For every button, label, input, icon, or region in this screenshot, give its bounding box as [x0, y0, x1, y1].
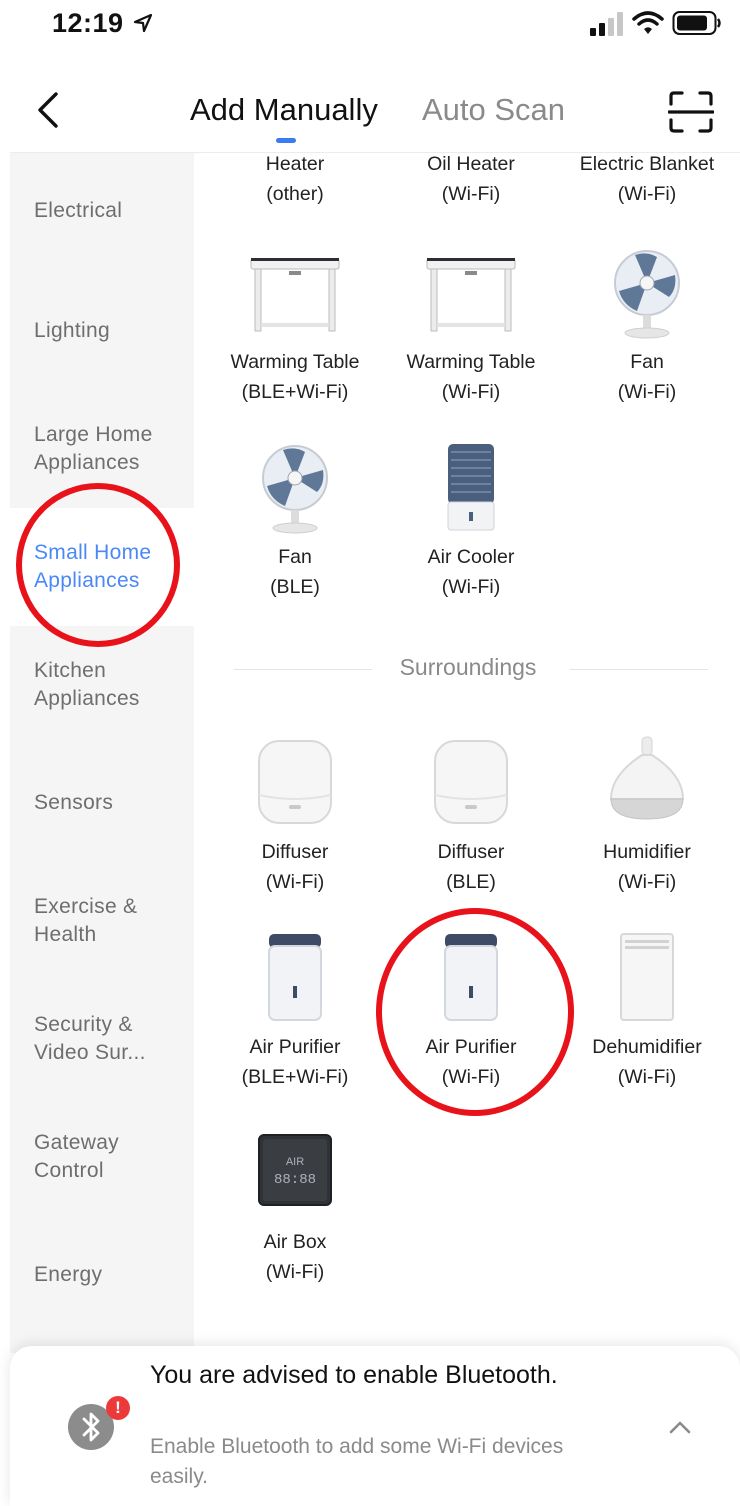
fan-icon	[597, 245, 697, 345]
banner-subtitle: Enable Bluetooth to add some Wi-Fi devic…	[150, 1435, 564, 1488]
device-name: Warming Table	[230, 351, 360, 373]
status-bar: 12:19	[0, 0, 740, 50]
device-protocol: (BLE+Wi-Fi)	[241, 381, 349, 403]
sidebar-item-label: Electrical	[34, 199, 123, 222]
device-tile-air-cooler[interactable]: Air Cooler (Wi-Fi)	[381, 440, 561, 602]
alert-badge: !	[106, 1396, 130, 1420]
device-protocol: (Wi-Fi)	[265, 1261, 325, 1283]
battery-icon	[672, 11, 721, 35]
diffuser-icon	[245, 735, 345, 835]
sidebar-item-electrical[interactable]: Electrical	[10, 171, 194, 251]
back-icon[interactable]	[30, 88, 70, 132]
air-box-screen-digits: 88:88	[274, 1172, 316, 1188]
device-name: Air Cooler	[427, 546, 515, 568]
device-protocol: (Wi-Fi)	[441, 576, 501, 598]
device-tile-oil-heater[interactable]: Oil Heater (Wi-Fi)	[381, 153, 561, 209]
active-tab-indicator	[276, 138, 296, 143]
section-title: Surroundings	[399, 654, 537, 680]
highlight-circle-small-home-appliances	[16, 483, 180, 647]
sidebar-item-label: Security & Video Sur...	[34, 1013, 146, 1064]
device-tile-warming-table-wifi[interactable]: Warming Table (Wi-Fi)	[381, 245, 561, 407]
device-name: Warming Table	[406, 351, 536, 373]
sidebar-item-label: Gateway Control	[34, 1131, 119, 1182]
device-grid: Heater (other) Oil Heater (Wi-Fi) Electr…	[196, 153, 740, 1353]
sidebar-item-large-home-appliances[interactable]: Large Home Appliances	[10, 409, 194, 489]
sidebar-item-label: Exercise & Health	[34, 895, 138, 946]
warming-table-icon	[421, 245, 521, 345]
device-protocol: (Wi-Fi)	[617, 871, 677, 893]
air-box-icon: AIR 88:88	[245, 1125, 345, 1225]
top-navigation: Add Manually Auto Scan	[0, 68, 740, 152]
tab-add-manually[interactable]: Add Manually	[190, 92, 378, 128]
device-name: Diffuser	[437, 841, 505, 863]
device-protocol: (Wi-Fi)	[265, 871, 325, 893]
device-name: Diffuser	[261, 841, 329, 863]
device-tile-fan-ble[interactable]: Fan (BLE)	[205, 440, 385, 602]
air-cooler-icon	[421, 440, 521, 540]
device-protocol: (Wi-Fi)	[441, 381, 501, 403]
section-header-surroundings: Surroundings	[196, 651, 740, 691]
device-protocol: (other)	[266, 183, 324, 205]
sidebar-item-gateway-control[interactable]: Gateway Control	[10, 1117, 194, 1197]
scan-icon[interactable]	[668, 90, 714, 134]
warming-table-icon	[245, 245, 345, 345]
air-box-screen-label: AIR	[286, 1156, 304, 1168]
device-protocol: (BLE)	[270, 576, 320, 598]
device-tile-electric-blanket[interactable]: Electric Blanket (Wi-Fi)	[557, 153, 737, 209]
sidebar-item-exercise-health[interactable]: Exercise & Health	[10, 881, 194, 961]
device-name: Heater	[265, 153, 325, 175]
category-sidebar: Electrical Lighting Large Home Appliance…	[10, 153, 194, 1353]
device-protocol: (BLE+Wi-Fi)	[241, 1066, 349, 1088]
device-tile-warming-table-ble-wifi[interactable]: Warming Table (BLE+Wi-Fi)	[205, 245, 385, 407]
fan-icon	[245, 440, 345, 540]
device-name: Humidifier	[603, 841, 691, 863]
sidebar-item-label: Lighting	[34, 319, 110, 342]
cellular-signal-icon	[590, 12, 623, 36]
device-name: Fan	[630, 351, 664, 373]
diffuser-icon	[421, 735, 521, 835]
device-name: Electric Blanket	[579, 153, 715, 175]
device-name: Fan	[278, 546, 312, 568]
sidebar-item-lighting[interactable]: Lighting	[10, 291, 194, 371]
humidifier-icon	[597, 735, 697, 835]
sidebar-item-kitchen-appliances[interactable]: Kitchen Appliances	[10, 645, 194, 725]
sidebar-item-label: Kitchen Appliances	[34, 659, 140, 710]
device-tile-air-box[interactable]: AIR 88:88 Air Box (Wi-Fi)	[205, 1125, 385, 1287]
device-protocol: (BLE)	[446, 871, 496, 893]
tab-auto-scan[interactable]: Auto Scan	[422, 92, 565, 128]
device-protocol: (Wi-Fi)	[617, 381, 677, 403]
device-name: Air Box	[263, 1231, 327, 1253]
device-tile-humidifier[interactable]: Humidifier (Wi-Fi)	[557, 735, 737, 897]
device-name: Oil Heater	[427, 153, 515, 175]
device-tile-heater[interactable]: Heater (other)	[205, 153, 385, 209]
air-purifier-icon	[245, 930, 345, 1030]
device-name: Air Purifier	[249, 1036, 341, 1058]
dehumidifier-icon	[597, 930, 697, 1030]
device-tile-air-purifier-ble-wifi[interactable]: Air Purifier (BLE+Wi-Fi)	[205, 930, 385, 1092]
device-protocol: (Wi-Fi)	[441, 183, 501, 205]
device-tile-dehumidifier[interactable]: Dehumidifier (Wi-Fi)	[557, 930, 737, 1092]
location-arrow-icon	[133, 13, 153, 33]
chevron-up-icon[interactable]	[668, 1418, 692, 1436]
device-name: Dehumidifier	[592, 1036, 702, 1058]
sidebar-item-energy[interactable]: Energy	[10, 1235, 194, 1315]
device-tile-fan-wifi[interactable]: Fan (Wi-Fi)	[557, 245, 737, 407]
device-tile-diffuser-wifi[interactable]: Diffuser (Wi-Fi)	[205, 735, 385, 897]
bluetooth-prompt-banner[interactable]: ! You are advised to enable Bluetooth. E…	[10, 1346, 740, 1506]
device-tile-diffuser-ble[interactable]: Diffuser (BLE)	[381, 735, 561, 897]
status-time: 12:19	[52, 8, 124, 38]
sidebar-item-label: Large Home Appliances	[34, 423, 153, 474]
banner-title: You are advised to enable Bluetooth.	[150, 1361, 558, 1389]
device-protocol: (Wi-Fi)	[617, 183, 677, 205]
sidebar-item-sensors[interactable]: Sensors	[10, 763, 194, 843]
sidebar-item-security-video[interactable]: Security & Video Sur...	[10, 999, 194, 1079]
wifi-icon	[632, 11, 664, 34]
sidebar-item-label: Energy	[34, 1263, 103, 1286]
device-protocol: (Wi-Fi)	[617, 1066, 677, 1088]
highlight-circle-air-purifier-wifi	[376, 908, 574, 1116]
sidebar-item-label: Sensors	[34, 791, 114, 814]
